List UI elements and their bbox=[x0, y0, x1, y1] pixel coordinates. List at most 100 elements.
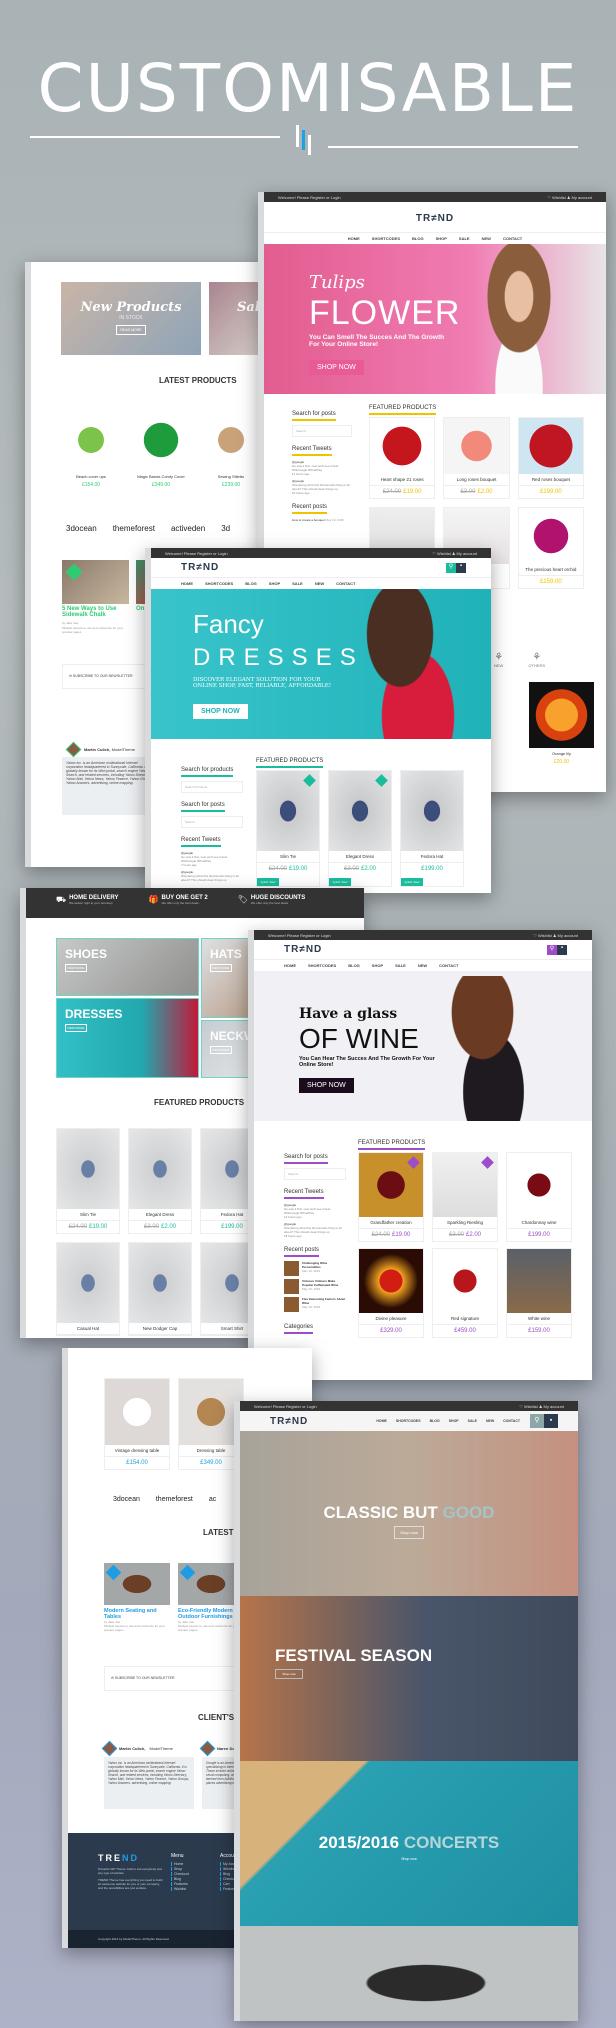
banner-new-products[interactable]: New Products IN STOCK READ MORE bbox=[61, 282, 201, 355]
product-card[interactable]: Sparkling Riesling £3.00 £2.00 bbox=[432, 1152, 498, 1242]
brand-logo[interactable]: 3d bbox=[221, 524, 230, 533]
search-button[interactable]: ⚲ bbox=[446, 562, 456, 573]
brand-logo[interactable]: 3docean bbox=[66, 524, 97, 533]
footer-link[interactable]: Blog bbox=[171, 1877, 189, 1881]
nav-item[interactable]: BLOG bbox=[430, 1419, 440, 1423]
nav-item[interactable]: HOME bbox=[181, 581, 193, 586]
quick-view-button[interactable]: Quick View bbox=[329, 878, 351, 886]
footer-link[interactable]: Shop bbox=[171, 1867, 189, 1871]
search-input[interactable]: Search... bbox=[292, 425, 352, 437]
welcome-text[interactable]: Welcome! Please Register or Login bbox=[268, 933, 331, 938]
recent-post[interactable]: Five Interesting Factors About Wine May 1… bbox=[284, 1297, 346, 1312]
product-card[interactable]: Magic Bands Comfy Cover £349.00 bbox=[131, 410, 191, 495]
product-card[interactable]: The precious heart orchid £159.00 bbox=[517, 507, 584, 589]
nav-item[interactable]: CONTACT bbox=[439, 963, 458, 968]
brand-logo[interactable]: themeforest bbox=[113, 524, 155, 533]
logo[interactable]: TR≠ND bbox=[284, 944, 322, 955]
account-links[interactable]: ♡ Wishlist ♟ My account bbox=[519, 1404, 564, 1409]
shop-now-button[interactable]: Shop now bbox=[240, 1857, 578, 1861]
product-card[interactable]: Heart shape 21 roses £24.00 £19.00 bbox=[369, 417, 436, 499]
search-button[interactable]: ⚲ bbox=[547, 944, 557, 955]
logo[interactable]: TR≠ND bbox=[264, 202, 606, 232]
blog-image[interactable]: 23 Apr bbox=[62, 560, 129, 604]
nav-item[interactable]: HOME bbox=[376, 1419, 387, 1423]
product-card[interactable]: Orange lily £20.00 bbox=[529, 682, 594, 765]
product-card[interactable]: Red roses bouquet £199.00 bbox=[517, 417, 584, 499]
footer-link[interactable]: Wishlist bbox=[171, 1887, 189, 1891]
view-more-button[interactable]: VIEW MORE bbox=[65, 964, 87, 972]
product-card[interactable]: Grandfather creation £24.00 £19.00 bbox=[358, 1152, 424, 1242]
blog-post[interactable]: Modern Seating and Tables by Jake doe Mult… bbox=[104, 1563, 170, 1632]
product-card[interactable]: Fedora Hat £199.00 Quick View bbox=[400, 770, 464, 887]
nav-item[interactable]: SALE bbox=[395, 963, 406, 968]
category-new[interactable]: ⚘ NEW bbox=[494, 652, 503, 668]
search-button[interactable]: ⚲ bbox=[530, 1414, 544, 1428]
logo[interactable]: TR≠ND bbox=[270, 1416, 366, 1427]
read-more-button[interactable]: READ MORE bbox=[116, 325, 146, 335]
product-card[interactable]: Slim Tie £24.00 £19.00 bbox=[56, 1128, 120, 1234]
product-card[interactable]: Elegant Dress £3.00 £2.00 Quick View bbox=[328, 770, 392, 887]
account-links[interactable]: ♡ Wishlist ♟ My account bbox=[432, 551, 477, 556]
nav-item[interactable]: SHORTCODES bbox=[205, 581, 233, 586]
nav-item[interactable]: CONTACT bbox=[503, 1419, 520, 1423]
banner-sale[interactable]: Sale bbox=[209, 282, 265, 355]
nav-item[interactable]: BLOG bbox=[348, 963, 360, 968]
nav-item[interactable]: NEW bbox=[482, 236, 491, 241]
search-input[interactable]: Search... bbox=[284, 1168, 346, 1180]
recent-post[interactable]: Challenging Wine Personalities May 19, 20… bbox=[284, 1261, 346, 1276]
product-card[interactable]: Slim Tie £24.00 £19.00 Quick View bbox=[256, 770, 320, 887]
nav-item[interactable]: SHOP bbox=[449, 1419, 459, 1423]
nav-item[interactable]: CONTACT bbox=[503, 236, 522, 241]
quick-view-button[interactable]: Quick View bbox=[257, 878, 279, 886]
nav-item[interactable]: BLOG bbox=[412, 236, 424, 241]
nav-item[interactable]: NEW bbox=[315, 581, 324, 586]
category-tile-shoes[interactable]: SHOES VIEW MORE bbox=[56, 938, 199, 996]
footer-link[interactable]: Features bbox=[171, 1882, 189, 1886]
quick-view-button[interactable]: Quick View bbox=[401, 878, 423, 886]
shop-now-button[interactable]: SHOP NOW bbox=[309, 360, 364, 375]
footer-link[interactable]: Checkout bbox=[171, 1872, 189, 1876]
nav-item[interactable]: SHORTCODES bbox=[308, 963, 336, 968]
search-products-input[interactable]: Search Products... bbox=[181, 781, 243, 793]
search-input[interactable]: Search... bbox=[181, 816, 243, 828]
view-more-button[interactable]: VIEW MORE bbox=[210, 1046, 232, 1054]
product-card[interactable]: Divine pleasure £329.00 bbox=[358, 1248, 424, 1338]
cart-button[interactable]: ▪ bbox=[456, 562, 466, 573]
nav-item[interactable]: BLOG bbox=[245, 581, 257, 586]
view-more-button[interactable]: VIEW MORE bbox=[65, 1024, 87, 1032]
nav-item[interactable]: SALE bbox=[459, 236, 470, 241]
shop-now-button[interactable]: Shop now bbox=[394, 1526, 424, 1539]
shop-now-button[interactable]: SHOP NOW bbox=[299, 1078, 354, 1093]
product-card[interactable]: Elegant Dress £3.00 £2.00 bbox=[128, 1128, 192, 1234]
product-card[interactable]: Red signature £459.00 bbox=[432, 1248, 498, 1338]
logo[interactable]: TR≠ND bbox=[181, 562, 219, 573]
blog-title[interactable]: 5 New Ways to Use Sidewalk Chalk bbox=[62, 606, 130, 618]
product-card[interactable]: Long roses bouquet £3.00 £2.00 bbox=[443, 417, 510, 499]
welcome-text[interactable]: Welcome! Please Register or Login bbox=[254, 1404, 317, 1409]
cart-button[interactable]: ▪ bbox=[544, 1414, 558, 1428]
product-card[interactable]: Beach cover ups £154.00 bbox=[61, 410, 121, 495]
product-card[interactable]: New Dodger Cap bbox=[128, 1242, 192, 1336]
nav-item[interactable]: NEW bbox=[486, 1419, 494, 1423]
brand-logo[interactable]: themeforest bbox=[156, 1496, 193, 1503]
account-links[interactable]: ♡ Wishlist ♟ My account bbox=[533, 933, 578, 938]
product-card[interactable]: Sewing Stiletto £239.00 bbox=[201, 410, 261, 495]
nav-item[interactable]: SHOP bbox=[269, 581, 280, 586]
nav-item[interactable]: SALE bbox=[292, 581, 303, 586]
cart-button[interactable]: ▪ bbox=[557, 944, 567, 955]
shop-now-button[interactable]: Shop now bbox=[275, 1669, 303, 1679]
brand-logo[interactable]: activeden bbox=[171, 524, 205, 533]
nav-item[interactable]: SHOP bbox=[436, 236, 447, 241]
nav-item[interactable]: SALE bbox=[468, 1419, 477, 1423]
nav-item[interactable]: SHOP bbox=[372, 963, 383, 968]
nav-item[interactable]: SHORTCODES bbox=[396, 1419, 421, 1423]
nav-item[interactable]: CONTACT bbox=[336, 581, 355, 586]
nav-item[interactable]: HOME bbox=[348, 236, 360, 241]
brand-logo[interactable]: ac bbox=[209, 1496, 216, 1503]
view-more-button[interactable]: VIEW MORE bbox=[210, 964, 232, 972]
nav-item[interactable]: NEW bbox=[418, 963, 427, 968]
welcome-text[interactable]: Welcome! Please Register or Login bbox=[165, 551, 228, 556]
product-card[interactable]: Vintage dressing table £154.00 bbox=[104, 1378, 170, 1470]
product-card[interactable]: Casual Hat bbox=[56, 1242, 120, 1336]
product-card[interactable]: White wine £159.00 bbox=[506, 1248, 572, 1338]
